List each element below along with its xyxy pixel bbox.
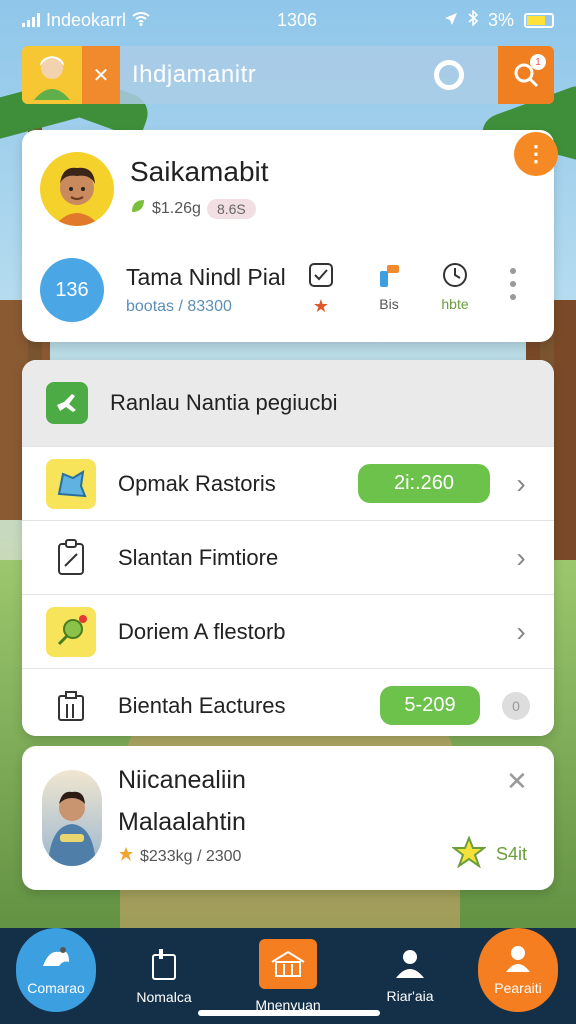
stat-tasks[interactable]: ★ — [306, 260, 336, 317]
battery-icon — [523, 12, 554, 28]
list-header-title: Ranlau Nantia pegiucbi — [110, 390, 338, 415]
stat-build-label: Bis — [379, 296, 399, 312]
more-options-button[interactable]: ⋮ — [514, 132, 558, 176]
nav-profile[interactable]: Pearaiti — [478, 928, 558, 1012]
close-icon[interactable]: ✕ — [82, 46, 120, 104]
record-button[interactable] — [434, 60, 464, 90]
checklist-icon — [306, 260, 336, 290]
notice-photo — [42, 770, 102, 866]
level-badge[interactable]: 136 — [40, 258, 104, 322]
user-icon — [504, 944, 532, 972]
people-icon — [392, 948, 428, 980]
chevron-right-icon: › — [516, 615, 526, 647]
notice-title: Niicanealiin — [118, 766, 246, 794]
notification-badge: 1 — [530, 54, 546, 70]
list-item-value: 5-209 — [380, 686, 480, 725]
overflow-icon[interactable] — [510, 268, 516, 300]
sub-title: Tama Nindl Pial — [126, 264, 286, 290]
star-icon — [451, 835, 487, 873]
notice-meta: $233kg / 2300 — [118, 846, 241, 867]
info-icon[interactable]: 0 — [502, 691, 530, 720]
timer-icon — [440, 260, 470, 290]
chevron-right-icon: › — [516, 541, 526, 573]
nav-store[interactable]: Mnenyuan — [255, 936, 321, 1016]
list-item-label: Doriem A flestorb — [118, 618, 286, 644]
nav-documents[interactable]: Nomalca — [116, 936, 212, 1016]
profile-amount: $1.26g — [152, 199, 201, 217]
status-right: 3% — [444, 8, 554, 31]
location-icon — [444, 10, 458, 31]
stat-build[interactable]: Bis — [374, 260, 404, 312]
list-item[interactable]: Doriem A flestorb › — [22, 594, 554, 668]
list-item-value: 2i:.260 — [358, 464, 490, 503]
app-title: Ihdjamanitr — [132, 61, 257, 88]
profile-avatar[interactable] — [40, 152, 114, 226]
clock: 1306 — [276, 9, 318, 30]
clipboard-icon — [46, 533, 96, 583]
list-item[interactable]: Slantan Fimtiore › — [22, 520, 554, 594]
features-list: Ranlau Nantia pegiucbi Opmak Rastoris 2i… — [22, 360, 554, 736]
notice-score: S4it — [451, 835, 528, 873]
list-item-label: Slantan Fimtiore — [118, 544, 279, 570]
list-item[interactable]: Opmak Rastoris 2i:.260 › — [22, 446, 554, 520]
close-icon[interactable]: ✕ — [506, 766, 528, 797]
nav-people-label: Riar'aia — [386, 988, 434, 1004]
notice-subtitle: Malaalahtin — [118, 808, 246, 836]
store-icon — [259, 939, 317, 989]
wifi-icon — [132, 10, 150, 31]
notice-card[interactable]: Niicanealiin Malaalahtin $233kg / 2300 ✕… — [22, 746, 554, 890]
nav-documents-label: Nomalca — [136, 989, 192, 1005]
notice-meta-text: $233kg / 2300 — [140, 847, 242, 865]
notice-score-value: S4it — [496, 844, 528, 864]
signal-icon — [22, 13, 40, 27]
list-item-label: Opmak Rastoris — [118, 470, 276, 496]
chevron-right-icon: › — [516, 467, 526, 499]
carrier-label: Indeokarrl — [46, 9, 127, 30]
list-header: Ranlau Nantia pegiucbi — [22, 360, 554, 446]
nav-people[interactable]: Riar'aia — [362, 936, 458, 1016]
document-icon — [149, 947, 179, 981]
profile-card: Saikamabit $1.26g 8.6S 136 Tama Nindl Pi… — [22, 130, 554, 342]
stat-timer[interactable]: hbte — [440, 260, 470, 312]
star-shape-icon — [46, 458, 96, 509]
nav-home[interactable]: Comarao — [16, 928, 96, 1012]
user-avatar-icon — [34, 56, 70, 100]
list-item[interactable]: Bientah Eactures 5-209 0 — [22, 668, 554, 736]
leaf-icon — [130, 198, 146, 219]
stat-timer-label: hbte — [441, 296, 469, 312]
nav-home-label: Comarao — [27, 980, 85, 996]
building-icon — [46, 681, 96, 731]
status-bar: Indeokarrl 1306 3% — [0, 0, 576, 40]
home-indicator — [198, 1010, 380, 1016]
plane-icon — [46, 382, 88, 424]
bluetooth-icon — [468, 8, 479, 31]
battery-percent: 3% — [487, 9, 514, 30]
list-item-label: Bientah Eactures — [118, 692, 286, 718]
coin-icon — [118, 846, 134, 867]
nav-profile-label: Pearaiti — [494, 980, 542, 996]
status-left: Indeokarrl — [22, 10, 150, 31]
profile-meta: $1.26g 8.6S — [130, 198, 256, 219]
sub-meta: bootas / 83300 — [126, 298, 232, 315]
app-avatar[interactable] — [22, 46, 82, 104]
hammer-icon — [374, 260, 404, 290]
pin-icon — [46, 606, 96, 657]
app-bar: ✕ Ihdjamanitr 1 — [22, 46, 554, 104]
search-button[interactable]: 1 — [498, 46, 554, 104]
profile-pill: 8.6S — [206, 198, 256, 219]
controller-icon — [39, 944, 73, 972]
stat-tasks-label: ★ — [312, 296, 330, 316]
profile-name: Saikamabit — [130, 156, 269, 187]
